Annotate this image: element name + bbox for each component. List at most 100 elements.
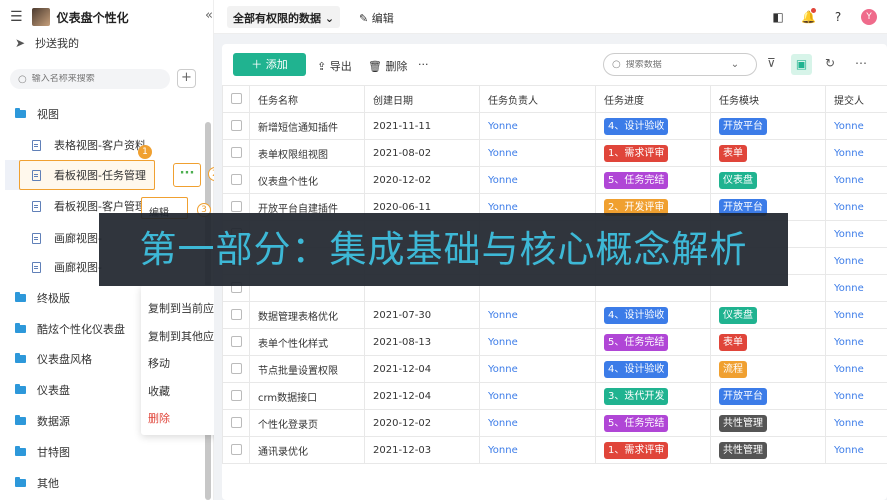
task-name-cell[interactable]: 仪表盘个性化: [249, 166, 365, 194]
tree-item[interactable]: 画廊视图-: [32, 257, 102, 277]
progress-cell[interactable]: 5、任务完结: [595, 328, 711, 356]
row-checkbox-cell[interactable]: [222, 382, 250, 410]
module-cell[interactable]: 共性管理: [710, 409, 826, 437]
date-cell[interactable]: 2021-08-02: [364, 139, 480, 167]
sidebar-item-cc[interactable]: ➤ 抄送我的: [15, 35, 79, 51]
menu-item-move[interactable]: 移动: [148, 355, 170, 371]
row-checkbox-cell[interactable]: [222, 328, 250, 356]
progress-cell[interactable]: 4、设计验收: [595, 301, 711, 329]
table-row[interactable]: 数据管理表格优化 2021-07-30 Yonne 4、设计验收 仪表盘 Yonne: [222, 301, 887, 329]
row-checkbox-cell[interactable]: [222, 112, 250, 140]
checkbox[interactable]: [231, 174, 242, 186]
tree-item[interactable]: 表格视图-客户资料: [32, 135, 146, 155]
add-item-button[interactable]: +: [177, 69, 196, 88]
table-row[interactable]: 新增短信通知插件 2021-11-11 Yonne 4、设计验收 开放平台 Yonne: [222, 112, 887, 140]
checkbox[interactable]: [231, 147, 242, 159]
submitter-cell[interactable]: Yonne: [825, 436, 887, 464]
module-cell[interactable]: 开放平台: [710, 382, 826, 410]
row-checkbox-cell[interactable]: [222, 301, 250, 329]
progress-cell[interactable]: 1、需求评审: [595, 139, 711, 167]
sidebar-search-input[interactable]: [31, 74, 152, 84]
tree-folder[interactable]: 仪表盘风格: [15, 349, 92, 369]
chart-view-icon[interactable]: ▣: [791, 54, 812, 75]
owner-cell[interactable]: Yonne: [479, 355, 596, 383]
date-cell[interactable]: 2021-07-30: [364, 301, 480, 329]
task-name-cell[interactable]: 新增短信通知插件: [249, 112, 365, 140]
date-cell[interactable]: 2021-08-13: [364, 328, 480, 356]
owner-cell[interactable]: Yonne: [479, 166, 596, 194]
owner-cell[interactable]: Yonne: [479, 328, 596, 356]
tree-folder[interactable]: 终极版: [15, 288, 70, 308]
view-selector[interactable]: 全部有权限的数据 ⌄: [227, 6, 341, 28]
column-header[interactable]: 任务模块: [710, 85, 826, 113]
submitter-cell[interactable]: Yonne: [825, 382, 887, 410]
tree-folder[interactable]: 其他: [15, 473, 59, 493]
checkbox[interactable]: [231, 444, 242, 456]
checkbox[interactable]: [231, 336, 242, 348]
owner-cell[interactable]: Yonne: [479, 112, 596, 140]
submitter-cell[interactable]: Yonne: [825, 355, 887, 383]
module-cell[interactable]: 流程: [710, 355, 826, 383]
module-cell[interactable]: 共性管理: [710, 436, 826, 464]
checkbox[interactable]: [231, 120, 242, 132]
date-cell[interactable]: 2020-12-02: [364, 166, 480, 194]
submitter-cell[interactable]: Yonne: [825, 328, 887, 356]
task-name-cell[interactable]: 表单个性化样式: [249, 328, 365, 356]
table-search-input[interactable]: [625, 59, 731, 70]
owner-cell[interactable]: Yonne: [479, 382, 596, 410]
delete-button[interactable]: 🗑 删除: [368, 58, 407, 74]
table-row[interactable]: 个性化登录页 2020-12-02 Yonne 5、任务完结 共性管理 Yonne: [222, 409, 887, 437]
more-options-icon[interactable]: ⋯: [855, 56, 867, 70]
column-header[interactable]: 提交人: [825, 85, 887, 113]
row-checkbox-cell[interactable]: [222, 409, 250, 437]
submitter-cell[interactable]: Yonne: [825, 220, 887, 248]
date-cell[interactable]: 2021-11-11: [364, 112, 480, 140]
owner-cell[interactable]: Yonne: [479, 301, 596, 329]
submitter-cell[interactable]: Yonne: [825, 193, 887, 221]
task-name-cell[interactable]: 节点批量设置权限: [249, 355, 365, 383]
tree-item[interactable]: 画廊视图-: [32, 228, 102, 248]
table-row[interactable]: 表单个性化样式 2021-08-13 Yonne 5、任务完结 表单 Yonne: [222, 328, 887, 356]
submitter-cell[interactable]: Yonne: [825, 166, 887, 194]
progress-cell[interactable]: 3、迭代开发: [595, 382, 711, 410]
submitter-cell[interactable]: Yonne: [825, 247, 887, 275]
row-checkbox-cell[interactable]: [222, 139, 250, 167]
task-name-cell[interactable]: 通讯录优化: [249, 436, 365, 464]
module-cell[interactable]: 仪表盘: [710, 301, 826, 329]
tree-folder[interactable]: 数据源: [15, 411, 70, 431]
progress-cell[interactable]: 5、任务完结: [595, 409, 711, 437]
owner-cell[interactable]: Yonne: [479, 139, 596, 167]
checkbox[interactable]: [231, 417, 242, 429]
collapse-sidebar-icon[interactable]: «: [205, 8, 213, 23]
submitter-cell[interactable]: Yonne: [825, 112, 887, 140]
progress-cell[interactable]: 1、需求评审: [595, 436, 711, 464]
submitter-cell[interactable]: Yonne: [825, 274, 887, 302]
module-cell[interactable]: 开放平台: [710, 112, 826, 140]
more-options-button[interactable]: ···: [173, 163, 201, 187]
menu-item-delete[interactable]: 删除: [148, 410, 170, 426]
edit-view-link[interactable]: ✎ 编辑: [359, 10, 394, 26]
task-name-cell[interactable]: 个性化登录页: [249, 409, 365, 437]
avatar[interactable]: Y: [861, 9, 877, 25]
tree-item-selected[interactable]: 看板视图-任务管理: [32, 165, 146, 185]
help-icon[interactable]: ?: [831, 10, 845, 24]
column-header[interactable]: 任务负责人: [479, 85, 596, 113]
task-name-cell[interactable]: 表单权限组视图: [249, 139, 365, 167]
export-button[interactable]: ⇪ 导出: [317, 58, 352, 74]
owner-cell[interactable]: Yonne: [479, 409, 596, 437]
add-record-button[interactable]: ＋ 添加: [233, 53, 306, 76]
more-button[interactable]: ···: [418, 58, 429, 71]
date-cell[interactable]: 2021-12-04: [364, 382, 480, 410]
checkbox[interactable]: [231, 309, 242, 321]
filter-icon[interactable]: ⊽: [767, 56, 776, 70]
checkbox[interactable]: [231, 390, 242, 402]
date-cell[interactable]: 2021-12-04: [364, 355, 480, 383]
table-row[interactable]: 通讯录优化 2021-12-03 Yonne 1、需求评审 共性管理 Yonne: [222, 436, 887, 464]
sidebar-search[interactable]: ○: [10, 69, 170, 89]
module-cell[interactable]: 表单: [710, 328, 826, 356]
task-name-cell[interactable]: 数据管理表格优化: [249, 301, 365, 329]
table-row[interactable]: 表单权限组视图 2021-08-02 Yonne 1、需求评审 表单 Yonne: [222, 139, 887, 167]
table-row[interactable]: crm数据接口 2021-12-04 Yonne 3、迭代开发 开放平台 Yonne: [222, 382, 887, 410]
date-cell[interactable]: 2020-12-02: [364, 409, 480, 437]
submitter-cell[interactable]: Yonne: [825, 409, 887, 437]
